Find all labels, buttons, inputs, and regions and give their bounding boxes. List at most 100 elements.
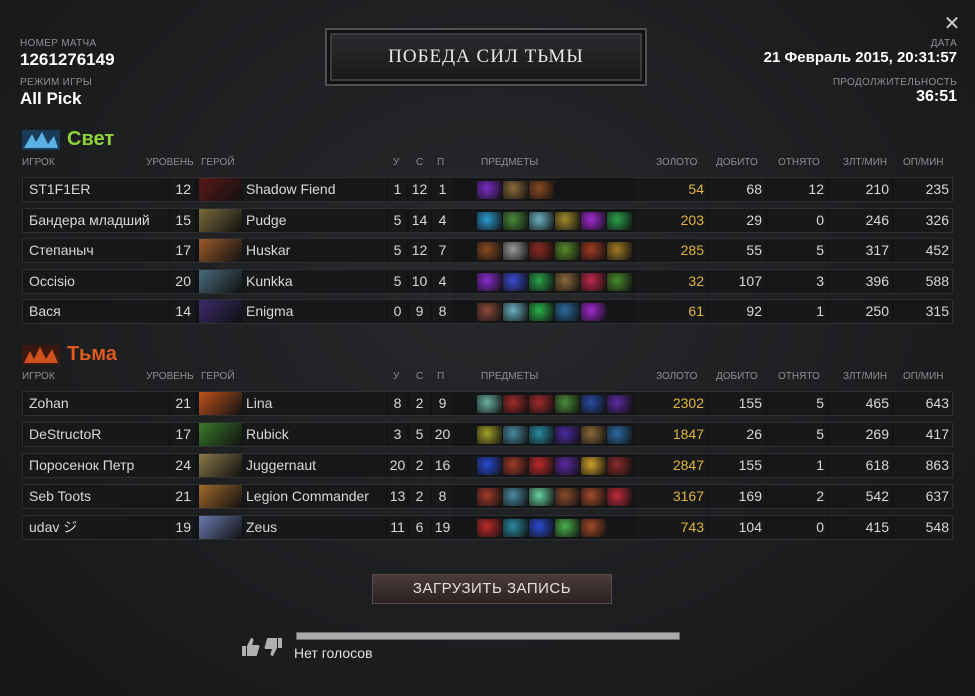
player-row[interactable]: Бандера младший 15 Pudge 5 14 4 203 29 0 246 326: [22, 207, 953, 233]
player-name[interactable]: DeStructoR: [25, 423, 169, 446]
player-row[interactable]: Поросенок Петр 24 Juggernaut 20 2 16 2847 155 1 6…: [22, 453, 953, 478]
item-icon[interactable]: [529, 242, 554, 260]
hero-portrait[interactable]: [199, 423, 242, 446]
item-icon[interactable]: [529, 519, 554, 537]
item-icon[interactable]: [607, 395, 632, 413]
item-icon[interactable]: [477, 272, 502, 291]
items-cell: [455, 208, 633, 232]
item-icon[interactable]: [581, 303, 606, 321]
player-row[interactable]: Occisio 20 Kunkka 5 10 4 32 107 3 396 588: [22, 268, 953, 294]
thumbs-down-icon[interactable]: [264, 636, 284, 658]
item-icon[interactable]: [555, 488, 580, 506]
item-icon[interactable]: [607, 211, 632, 230]
item-icon[interactable]: [529, 395, 554, 413]
item-icon[interactable]: [529, 303, 554, 321]
item-icon[interactable]: [503, 426, 528, 444]
player-level: 20: [171, 269, 195, 293]
item-icon[interactable]: [477, 395, 502, 413]
item-icon[interactable]: [477, 181, 502, 199]
player-name[interactable]: Поросенок Петр: [25, 454, 169, 477]
item-icon[interactable]: [503, 303, 528, 321]
item-icon[interactable]: [477, 457, 502, 475]
item-icon[interactable]: [555, 272, 580, 291]
item-icon[interactable]: [607, 488, 632, 506]
item-icon[interactable]: [477, 488, 502, 506]
item-icon[interactable]: [529, 272, 554, 291]
player-name[interactable]: udav ジ: [25, 516, 169, 539]
item-icon[interactable]: [503, 181, 528, 199]
item-icon[interactable]: [555, 457, 580, 475]
hero-portrait[interactable]: [199, 485, 242, 508]
item-icon[interactable]: [503, 211, 528, 230]
player-row[interactable]: udav ジ 19 Zeus 11 6 19 743 104 0 415 548: [22, 515, 953, 540]
item-icon[interactable]: [581, 426, 606, 444]
item-icon[interactable]: [529, 211, 554, 230]
hero-portrait[interactable]: [199, 269, 242, 293]
items-cell: [455, 423, 633, 446]
result-banner: ПОБЕДА СИЛ ТЬМЫ: [325, 28, 647, 86]
item-icon[interactable]: [529, 488, 554, 506]
download-replay-button[interactable]: ЗАГРУЗИТЬ ЗАПИСЬ: [372, 574, 612, 604]
item-icon[interactable]: [555, 303, 580, 321]
last-hits: 92: [709, 300, 765, 323]
item-icon[interactable]: [555, 426, 580, 444]
item-icon[interactable]: [477, 303, 502, 321]
player-name[interactable]: Zohan: [25, 392, 169, 415]
item-icon[interactable]: [607, 426, 632, 444]
hero-portrait[interactable]: [199, 239, 242, 262]
player-row[interactable]: Seb Toots 21 Legion Commander 13 2 8 3167 169 2 5…: [22, 484, 953, 509]
player-row[interactable]: Вася 14 Enigma 0 9 8 61 92 1 250 315: [22, 299, 953, 324]
item-icon[interactable]: [477, 519, 502, 537]
item-icon[interactable]: [503, 395, 528, 413]
item-icon[interactable]: [503, 488, 528, 506]
hero-portrait[interactable]: [199, 178, 242, 201]
item-icon[interactable]: [529, 457, 554, 475]
item-icon[interactable]: [503, 242, 528, 260]
item-icon[interactable]: [555, 395, 580, 413]
item-icon[interactable]: [581, 519, 606, 537]
player-level: 14: [171, 300, 195, 323]
items-cell: [455, 485, 633, 508]
player-name[interactable]: Степаныч: [25, 239, 169, 262]
item-icon[interactable]: [607, 242, 632, 260]
player-row[interactable]: Zohan 21 Lina 8 2 9 2302 155 5 465 643: [22, 391, 953, 416]
player-level: 12: [171, 178, 195, 201]
item-icon[interactable]: [529, 426, 554, 444]
item-icon[interactable]: [503, 457, 528, 475]
item-icon[interactable]: [555, 211, 580, 230]
item-icon[interactable]: [581, 395, 606, 413]
player-name[interactable]: ST1F1ER: [25, 178, 169, 201]
item-icon[interactable]: [477, 211, 502, 230]
item-icon[interactable]: [581, 457, 606, 475]
item-icon[interactable]: [581, 272, 606, 291]
player-row[interactable]: ST1F1ER 12 Shadow Fiend 1 12 1 54 68 12 210 235: [22, 177, 953, 202]
thumbs-up-icon[interactable]: [240, 636, 260, 658]
item-icon[interactable]: [581, 211, 606, 230]
player-row[interactable]: DeStructoR 17 Rubick 3 5 20 1847 26 5 269 417: [22, 422, 953, 447]
item-icon[interactable]: [555, 519, 580, 537]
item-icon[interactable]: [529, 181, 554, 199]
player-name[interactable]: Occisio: [25, 269, 169, 293]
item-icon[interactable]: [477, 242, 502, 260]
item-icon[interactable]: [581, 488, 606, 506]
item-icon[interactable]: [477, 426, 502, 444]
item-icon[interactable]: [503, 519, 528, 537]
item-icon[interactable]: [607, 272, 632, 291]
hero-portrait[interactable]: [199, 208, 242, 232]
player-name[interactable]: Seb Toots: [25, 485, 169, 508]
hero-portrait[interactable]: [199, 516, 242, 539]
column-header-denies: ОТНЯТО: [778, 157, 820, 168]
hero-portrait[interactable]: [199, 300, 242, 323]
hero-name: Legion Commander: [243, 485, 386, 508]
close-icon[interactable]: ✕: [942, 14, 962, 34]
hero-portrait[interactable]: [199, 454, 242, 477]
item-icon[interactable]: [581, 242, 606, 260]
item-icon[interactable]: [503, 272, 528, 291]
item-icon[interactable]: [607, 457, 632, 475]
player-name[interactable]: Бандера младший: [25, 208, 169, 232]
item-icon[interactable]: [555, 242, 580, 260]
player-row[interactable]: Степаныч 17 Huskar 5 12 7 285 55 5 317 452: [22, 238, 953, 263]
game-mode: All Pick: [20, 89, 82, 108]
hero-portrait[interactable]: [199, 392, 242, 415]
player-name[interactable]: Вася: [25, 300, 169, 323]
